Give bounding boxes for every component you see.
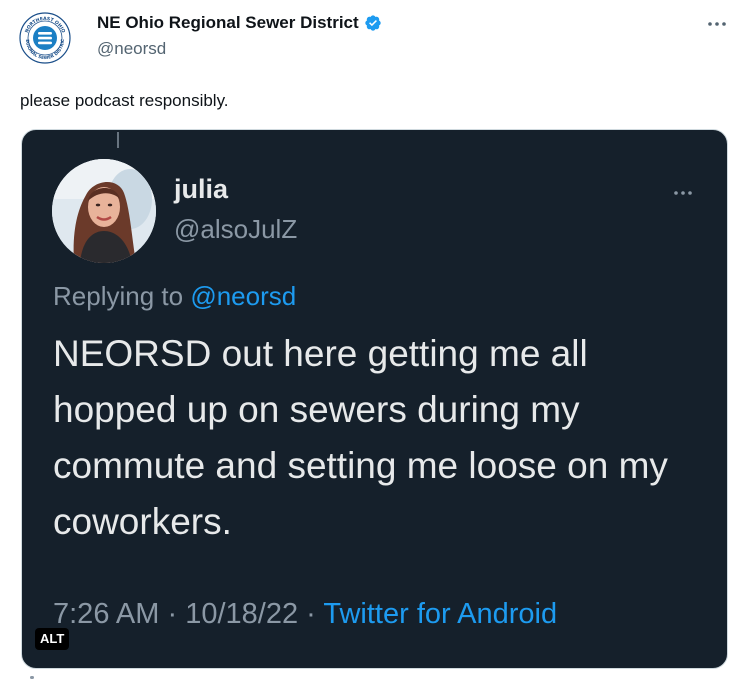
quoted-tweet-text: NEORSD out here getting me all hopped up…: [53, 333, 668, 542]
author-name-row: NE Ohio Regional Sewer District: [97, 12, 382, 34]
more-options-button[interactable]: [702, 14, 732, 34]
meta-separator: ·: [306, 598, 316, 630]
tweet-text: please podcast responsibly.: [20, 91, 229, 110]
quoted-date: 10/18/22: [185, 598, 299, 630]
more-horizontal-icon: [708, 22, 726, 26]
quoted-source: Twitter for Android: [323, 598, 558, 630]
meta-separator: ·: [167, 598, 178, 630]
author-handle[interactable]: @neorsd: [97, 38, 166, 60]
replying-mention: @neorsd: [190, 281, 297, 311]
author-display-name[interactable]: NE Ohio Regional Sewer District: [97, 12, 359, 34]
tweet-media-image[interactable]: julia @alsoJulZ Replying to @neorsd NEOR…: [21, 129, 728, 669]
replying-to: Replying to @neorsd: [53, 279, 296, 313]
thread-line: [117, 132, 119, 148]
quoted-time: 7:26 AM: [53, 598, 160, 630]
alt-text-badge[interactable]: ALT: [35, 628, 70, 650]
quoted-display-name: julia: [174, 174, 229, 204]
replying-prefix: Replying to: [53, 281, 184, 311]
quoted-more-icon: [668, 183, 698, 203]
quoted-avatar: [52, 159, 156, 263]
verified-badge-icon: [364, 14, 382, 32]
tweet: NORTHEAST OHIO REGIONAL SEWER DISTRICT N…: [0, 0, 745, 679]
quoted-tweet-meta: 7:26 AM · 10/18/22 · Twitter for Android: [53, 596, 557, 632]
neorsd-logo-icon[interactable]: NORTHEAST OHIO REGIONAL SEWER DISTRICT: [19, 12, 71, 64]
quoted-handle: @alsoJulZ: [174, 214, 298, 244]
